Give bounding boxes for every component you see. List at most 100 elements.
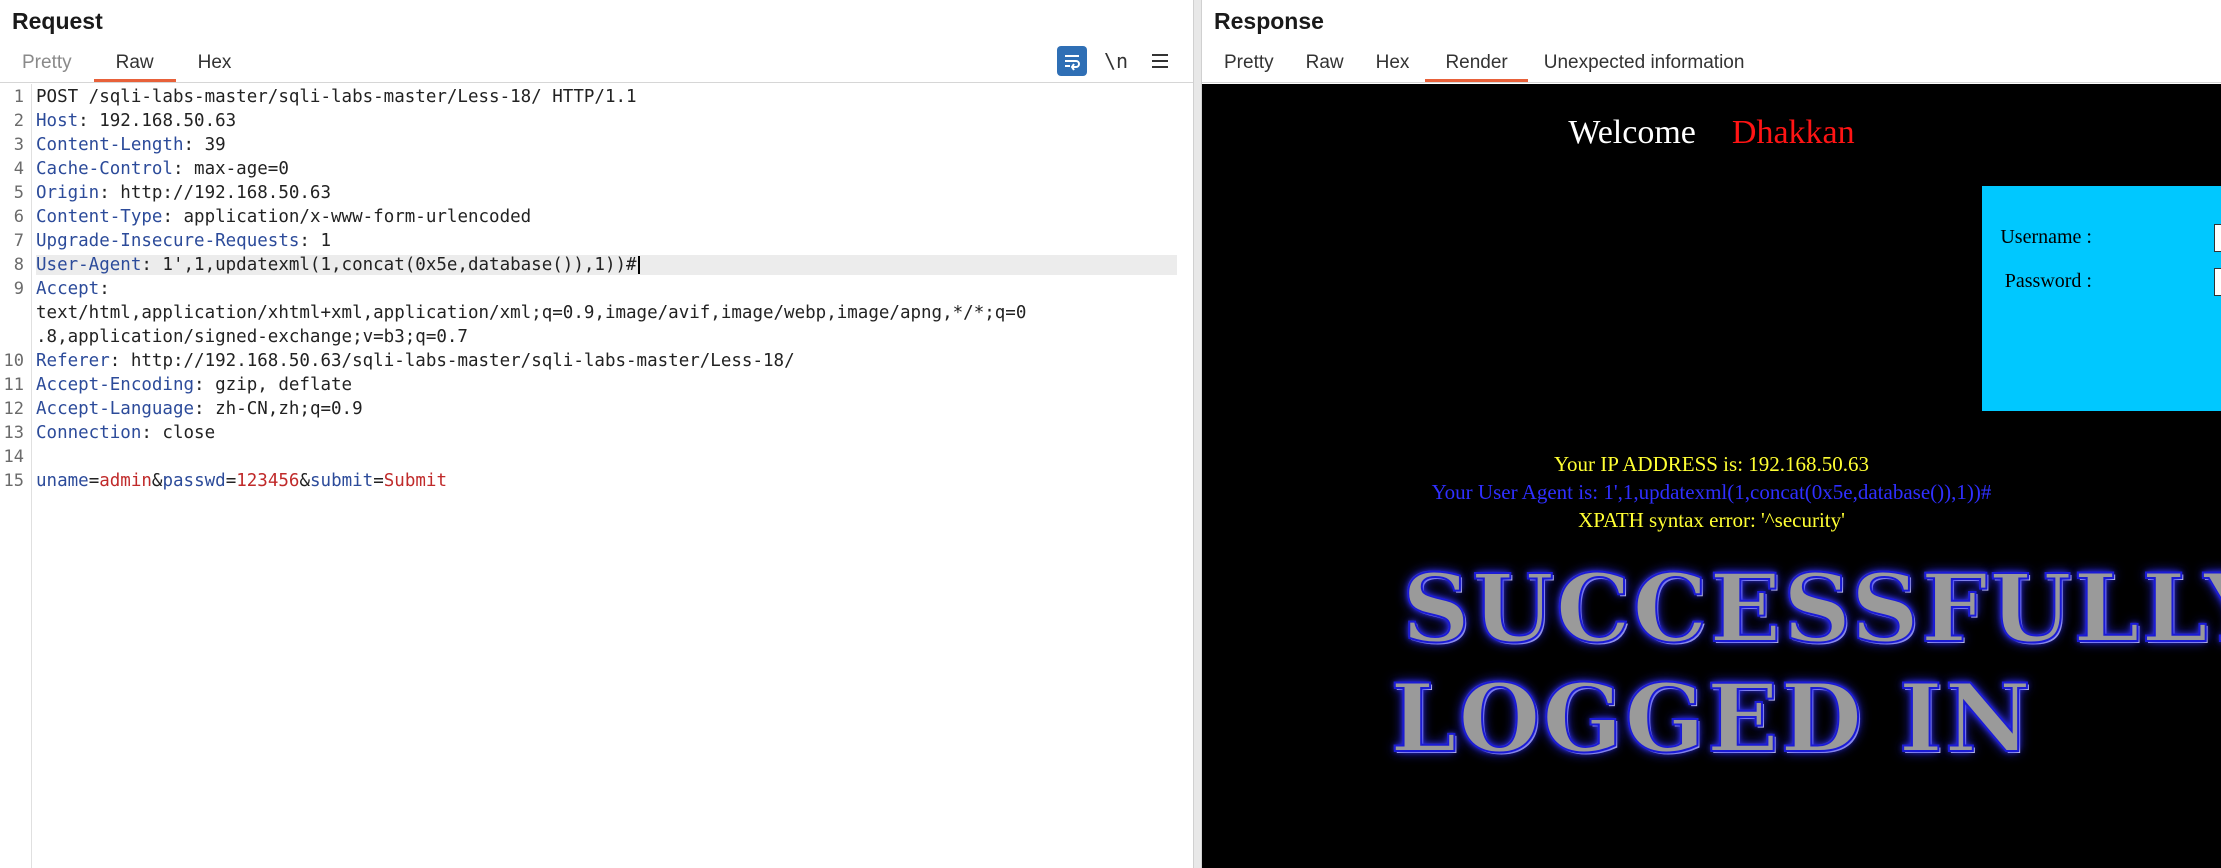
password-label: Password : <box>2004 270 2092 292</box>
response-tab-render[interactable]: Render <box>1425 46 1529 82</box>
param-name: uname <box>36 471 89 491</box>
welcome-user-name: Dhakkan <box>1731 114 1855 151</box>
param-name: submit <box>310 471 374 491</box>
header-value: POST /sqli-labs-master/sqli-labs-master/… <box>36 87 637 107</box>
xpath-error-line: XPATH syntax error: '^security' <box>1578 508 1845 532</box>
line-number: 4 <box>13 159 24 179</box>
editor-line: Connection: close <box>36 423 1177 443</box>
editor-line: Host: 192.168.50.63 <box>36 111 1177 131</box>
editor-line: Accept-Encoding: gzip, deflate <box>36 375 1177 395</box>
password-input[interactable] <box>2214 268 2221 296</box>
param-equals: = <box>225 471 237 491</box>
header-value: : max-age=0 <box>172 159 289 179</box>
header-value: : http://192.168.50.63 <box>99 183 332 203</box>
param-value: 123456 <box>236 471 300 491</box>
request-tab-hex[interactable]: Hex <box>176 46 254 82</box>
param-value: admin <box>99 471 152 491</box>
rendered-response-view: Welcome Dhakkan Username : Password : You… <box>1202 84 2221 868</box>
param-value: Submit <box>383 471 447 491</box>
line-number: 6 <box>13 207 24 227</box>
response-tab-unexpected-information[interactable]: Unexpected information <box>1528 46 1761 82</box>
response-tabs-divider <box>1202 82 2221 83</box>
header-name: Host <box>36 111 79 131</box>
line-number: 12 <box>3 399 24 419</box>
editor-line: Accept-Language: zh-CN,zh;q=0.9 <box>36 399 1177 419</box>
editor-line: text/html,application/xhtml+xml,applicat… <box>36 303 1177 323</box>
header-name: User-Agent <box>36 255 142 275</box>
line-number: 5 <box>13 183 24 203</box>
editor-line: Content-Length: 39 <box>36 135 1177 155</box>
login-form-box: Username : Password : <box>1982 186 2221 411</box>
header-name: Content-Type <box>36 207 163 227</box>
header-name: Cache-Control <box>36 159 173 179</box>
editor-line: Upgrade-Insecure-Requests: 1 <box>36 231 1177 251</box>
response-pane: Response Pretty Raw Hex Render Unexpecte… <box>1202 0 2221 868</box>
editor-line: Accept: <box>36 279 1177 299</box>
success-banner-line-2: LOGGED IN <box>1389 663 2033 775</box>
welcome-text: Welcome <box>1568 114 1696 151</box>
user-agent-line: Your User Agent is: 1',1,updatexml(1,con… <box>1431 480 1992 504</box>
header-value: : http://192.168.50.63/sqli-labs-master/… <box>109 351 795 371</box>
request-editor[interactable]: 1 2 3 4 5 6 7 8 9 10 11 12 13 14 15 POST /sqli-labs-ma… <box>0 84 1193 868</box>
line-number: 15 <box>3 471 24 491</box>
editor-line: .8,application/signed-exchange;v=b3;q=0.… <box>36 327 1177 347</box>
line-number: 10 <box>3 351 24 371</box>
line-number: 8 <box>13 255 24 275</box>
editor-line: POST /sqli-labs-master/sqli-labs-master/… <box>36 87 1177 107</box>
header-value: : 192.168.50.63 <box>78 111 237 131</box>
username-label: Username : <box>2000 226 2092 248</box>
param-equals: = <box>373 471 384 491</box>
editor-line: Cache-Control: max-age=0 <box>36 159 1177 179</box>
line-number: 14 <box>3 447 24 467</box>
line-number: 1 <box>13 87 24 107</box>
editor-line: Origin: http://192.168.50.63 <box>36 183 1177 203</box>
header-value: .8,application/signed-exchange;v=b3;q=0.… <box>36 327 468 347</box>
header-name: Accept <box>36 279 100 299</box>
wrap-lines-icon[interactable] <box>1057 46 1087 76</box>
header-name: Accept-Language <box>36 399 195 419</box>
line-number: 2 <box>13 111 24 131</box>
param-name: passwd <box>162 471 226 491</box>
header-name: Connection <box>36 423 142 443</box>
editor-line: Content-Type: application/x-www-form-url… <box>36 207 1177 227</box>
header-value: : <box>99 279 110 299</box>
request-tabs: Pretty Raw Hex <box>0 46 253 82</box>
header-value: : application/x-www-form-urlencoded <box>162 207 532 227</box>
header-value: : 1 <box>299 231 332 251</box>
response-tab-raw[interactable]: Raw <box>1290 46 1360 82</box>
newline-toggle-button[interactable]: \n <box>1101 46 1131 76</box>
request-tab-pretty[interactable]: Pretty <box>0 46 94 82</box>
editor-line: Referer: http://192.168.50.63/sqli-labs-… <box>36 351 1177 371</box>
param-equals: = <box>88 471 100 491</box>
pane-splitter[interactable] <box>1193 0 1202 868</box>
response-tab-pretty[interactable]: Pretty <box>1208 46 1290 82</box>
request-title: Request <box>12 8 103 34</box>
line-number: 13 <box>3 423 24 443</box>
ip-address-line: Your IP ADDRESS is: 192.168.50.63 <box>1553 452 1870 476</box>
request-tab-raw[interactable]: Raw <box>93 46 176 82</box>
request-tabs-divider <box>0 82 1193 83</box>
header-value: : zh-CN,zh;q=0.9 <box>194 399 363 419</box>
header-value: : 39 <box>183 135 226 155</box>
request-toolbar: \n <box>1057 46 1175 76</box>
header-name: Referer <box>36 351 110 371</box>
response-tab-hex[interactable]: Hex <box>1360 46 1426 82</box>
editor-line: uname=admin&passwd=123456&submit=Submit <box>36 471 1177 491</box>
param-separator: & <box>151 471 163 491</box>
param-separator: & <box>299 471 310 491</box>
hamburger-menu-icon[interactable] <box>1145 46 1175 76</box>
request-pane: Request Pretty Raw Hex \n 1 2 3 4 5 6 7 8 9 10 11 1… <box>0 0 1193 868</box>
header-value: : 1',1,updatexml(1,concat(0x5e,database(… <box>141 255 637 275</box>
line-number: 11 <box>3 375 24 395</box>
username-input[interactable] <box>2214 224 2221 252</box>
header-name: Accept-Encoding <box>36 375 195 395</box>
response-title: Response <box>1214 8 1324 34</box>
header-value: : close <box>141 423 216 443</box>
header-name: Upgrade-Insecure-Requests <box>36 231 300 251</box>
line-number: 9 <box>13 279 24 299</box>
line-number-gutter: 1 2 3 4 5 6 7 8 9 10 11 12 13 14 15 <box>0 84 32 868</box>
success-banner-line-1: SUCCESSFULLY <box>1401 553 2221 665</box>
line-number: 3 <box>13 135 24 155</box>
editor-line-current: User-Agent: 1',1,updatexml(1,concat(0x5e… <box>36 255 1177 275</box>
line-number: 7 <box>13 231 24 251</box>
